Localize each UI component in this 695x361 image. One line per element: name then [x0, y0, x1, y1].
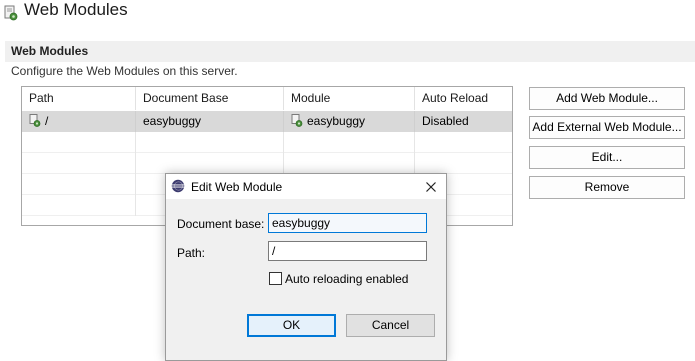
- dialog-titlebar[interactable]: Edit Web Module: [166, 174, 446, 199]
- column-header-module[interactable]: Module: [284, 87, 415, 110]
- column-header-auto-reload[interactable]: Auto Reload: [415, 87, 512, 110]
- eclipse-icon: [171, 179, 185, 193]
- module-icon: [291, 114, 303, 127]
- cancel-button[interactable]: Cancel: [346, 314, 435, 337]
- path-label: Path:: [177, 246, 206, 260]
- server-module-icon: [4, 5, 18, 21]
- column-header-path[interactable]: Path: [22, 87, 136, 110]
- dialog-title: Edit Web Module: [191, 180, 283, 194]
- remove-button[interactable]: Remove: [529, 176, 685, 199]
- edit-button[interactable]: Edit...: [529, 146, 685, 169]
- document-base-label: Document base:: [177, 217, 265, 231]
- table-cell-document-base: easybuggy: [136, 111, 284, 132]
- section-header-band: [5, 41, 695, 62]
- table-row-empty: [22, 153, 512, 174]
- table-cell-path: /: [22, 111, 136, 132]
- row-module-text: easybuggy: [307, 114, 366, 128]
- table-cell-auto-reload: Disabled: [422, 114, 469, 128]
- section-description: Configure the Web Modules on this server…: [11, 64, 238, 78]
- path-input[interactable]: [268, 241, 427, 261]
- auto-reload-checkbox[interactable]: [269, 272, 282, 285]
- close-icon[interactable]: [422, 178, 440, 196]
- row-path-text: /: [45, 114, 49, 128]
- page-title: Web Modules: [24, 0, 128, 19]
- section-title: Web Modules: [11, 44, 89, 58]
- module-icon: [29, 114, 41, 127]
- table-row-empty: [22, 132, 512, 153]
- table-row[interactable]: / easybuggy easybuggy Disabled: [22, 111, 512, 132]
- document-base-input[interactable]: [268, 213, 427, 233]
- edit-web-module-dialog: Edit Web Module Document base: Path: Aut…: [165, 173, 447, 361]
- table-cell-module: easybuggy: [284, 111, 415, 132]
- add-external-web-module-button[interactable]: Add External Web Module...: [529, 116, 685, 139]
- column-header-document-base[interactable]: Document Base: [136, 87, 284, 110]
- auto-reload-label[interactable]: Auto reloading enabled: [285, 272, 408, 286]
- ok-button[interactable]: OK: [247, 314, 336, 337]
- add-web-module-button[interactable]: Add Web Module...: [529, 87, 685, 110]
